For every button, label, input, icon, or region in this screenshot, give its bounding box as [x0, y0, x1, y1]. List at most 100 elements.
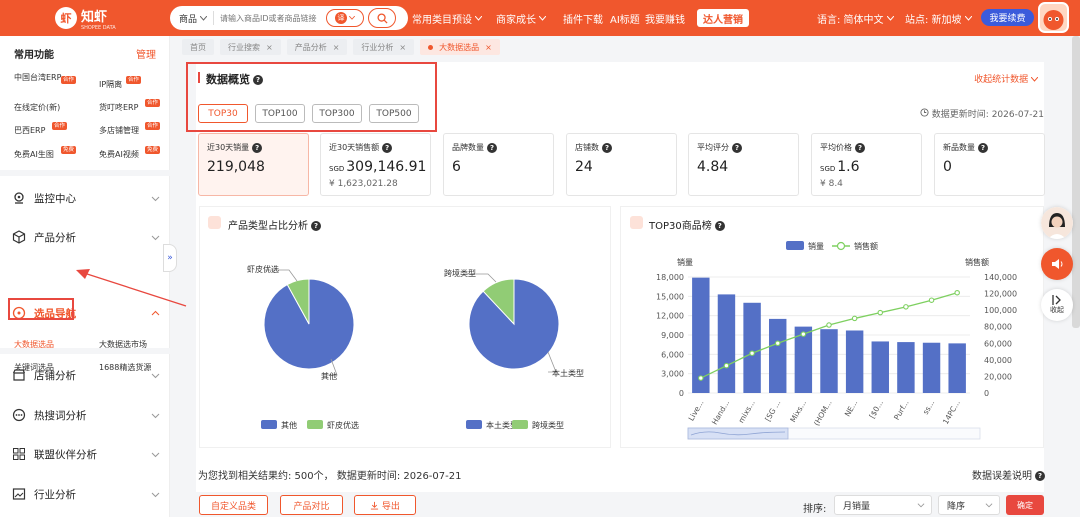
avatar[interactable]	[1038, 2, 1069, 33]
quick-item-tw-erp[interactable]: 中国台湾ERP	[14, 72, 64, 83]
help-icon[interactable]: ?	[311, 221, 321, 231]
collapse-float-button[interactable]: 收起	[1041, 289, 1073, 321]
renew-button[interactable]: 我要续费	[981, 9, 1034, 26]
line-point[interactable]	[851, 315, 858, 322]
tab-industry-search[interactable]: 行业搜索 ×	[220, 39, 281, 55]
translate-button[interactable]: 译	[326, 9, 365, 27]
line-point[interactable]	[826, 322, 832, 328]
close-icon[interactable]: ×	[333, 43, 340, 52]
compare-products-button[interactable]: 产品对比	[280, 495, 343, 515]
tab-product-analysis[interactable]: 产品分析 ×	[286, 39, 348, 55]
close-icon[interactable]: ×	[266, 43, 273, 52]
help-icon[interactable]: ?	[732, 142, 742, 153]
chevron-down-icon	[886, 16, 894, 21]
custom-category-button[interactable]: 自定义品类	[199, 495, 268, 515]
line-point[interactable]	[749, 350, 755, 356]
tab-big-data-selection[interactable]: 大数据选品 ×	[420, 39, 500, 55]
talent-marketing-button[interactable]: 达人营销	[697, 9, 749, 27]
bar[interactable]	[820, 329, 838, 393]
quick-item-online-pricing[interactable]: 在线定价(新)	[14, 102, 60, 113]
manage-link[interactable]: 管理	[136, 46, 156, 61]
scrollbar[interactable]	[1072, 36, 1080, 328]
legend-label: 销售额	[854, 241, 878, 251]
help-icon[interactable]: ?	[978, 142, 988, 153]
y-tick-label: 9,000	[661, 331, 684, 340]
data-error-link[interactable]: 数据误差说明?	[972, 467, 1045, 482]
language-select[interactable]: 语言: 简体中文	[817, 11, 894, 26]
line-point[interactable]	[928, 297, 935, 303]
export-button[interactable]: 导出	[354, 495, 416, 515]
help-icon[interactable]: ?	[252, 142, 263, 153]
tab-industry-analysis[interactable]: 行业分析 ×	[353, 39, 415, 55]
tab-home[interactable]: 首页	[182, 39, 214, 55]
shrimp-logo-icon: 虾	[55, 7, 77, 29]
sort-order-select[interactable]: 降序	[938, 495, 1000, 515]
bar[interactable]	[743, 302, 761, 393]
y-tick-label: 18,000	[656, 273, 684, 282]
stat-label-text: 近30天销售额	[329, 143, 380, 152]
y2-tick-label: 40,000	[984, 356, 1012, 365]
site-select[interactable]: 站点: 新加坡	[905, 11, 972, 26]
announcement-button[interactable]	[1041, 248, 1073, 280]
sidebar-item-product-analysis[interactable]: 产品分析	[0, 219, 170, 255]
sidebar-item-hot-search[interactable]: 热搜词分析	[0, 397, 170, 433]
line-point[interactable]	[954, 289, 960, 296]
y2-tick-label: 140,000	[984, 273, 1017, 282]
stat-label: 近30天销量?	[207, 142, 263, 153]
quick-item-ai-video[interactable]: 免费AI视频	[99, 149, 139, 160]
nav-label: 常用类目预设	[412, 15, 472, 26]
nav-earn-money[interactable]: 我要赚钱	[645, 11, 685, 26]
nav-merchant-growth[interactable]: 商家成长	[496, 11, 546, 26]
quick-item-brazil-erp[interactable]: 巴西ERP	[14, 125, 45, 136]
chevron-down-icon	[151, 196, 160, 202]
stat-label: 平均评分?	[697, 142, 742, 153]
line-point[interactable]	[698, 375, 704, 381]
help-icon[interactable]: ?	[602, 142, 612, 153]
close-icon[interactable]: ×	[399, 43, 406, 52]
bar[interactable]	[717, 294, 736, 393]
nav-plugin-download[interactable]: 插件下载	[563, 11, 603, 26]
bar[interactable]	[922, 342, 941, 393]
help-icon[interactable]: ?	[382, 142, 393, 153]
search-button[interactable]	[368, 8, 397, 28]
help-icon[interactable]: ?	[714, 221, 725, 231]
help-icon[interactable]: ?	[487, 142, 497, 153]
y2-tick-label: 100,000	[984, 306, 1017, 315]
bar[interactable]	[845, 330, 864, 393]
sidebar-item-label: 店铺分析	[34, 369, 76, 382]
customer-service-avatar[interactable]	[1041, 207, 1073, 239]
quick-item-huodingdong-erp[interactable]: 货叮咚ERP	[99, 102, 138, 113]
search-category-select[interactable]: 商品	[170, 11, 215, 25]
bar[interactable]	[948, 343, 966, 393]
line-point[interactable]	[774, 340, 781, 347]
sort-field-select[interactable]: 月销量	[834, 495, 932, 515]
line-point[interactable]	[877, 309, 884, 316]
search-input[interactable]	[214, 13, 327, 23]
bar[interactable]	[897, 342, 915, 393]
mascot-avatar-icon	[1043, 10, 1064, 30]
logo-text: 知虾	[81, 9, 108, 25]
nav-ai-title[interactable]: AI标题	[610, 11, 640, 26]
chart-title-text: TOP30商品榜	[649, 221, 712, 232]
free-badge: 免费	[145, 146, 161, 154]
quick-item-multi-store[interactable]: 多店铺管理	[99, 125, 139, 136]
line-point[interactable]	[800, 331, 807, 337]
bar[interactable]	[871, 341, 889, 393]
sidebar-item-monitor[interactable]: 监控中心	[0, 180, 170, 216]
line-point[interactable]	[903, 304, 909, 310]
bar[interactable]	[769, 318, 787, 393]
help-icon[interactable]: ?	[855, 142, 865, 153]
logo[interactable]: 虾 知虾 SHOPEE DATA	[55, 6, 163, 31]
line-point[interactable]	[723, 362, 730, 369]
collapse-stats-link[interactable]: 收起统计数据	[974, 72, 1039, 85]
nav-category-preset[interactable]: 常用类目预设	[412, 11, 482, 26]
confirm-button[interactable]: 确定	[1006, 495, 1044, 515]
quick-item-ai-image[interactable]: 免费AI生图	[14, 149, 54, 160]
sidebar-item-industry[interactable]: 行业分析	[0, 476, 170, 512]
sidebar-item-store-analysis[interactable]: 店铺分析	[0, 357, 170, 393]
close-icon[interactable]: ×	[485, 43, 492, 52]
zoom-slider-window[interactable]	[687, 427, 789, 440]
sidebar-item-affiliate[interactable]: 联盟伙伴分析	[0, 436, 170, 472]
quick-item-ip-isolation[interactable]: IP隔离	[99, 79, 122, 90]
help-icon[interactable]: ?	[1035, 471, 1045, 481]
